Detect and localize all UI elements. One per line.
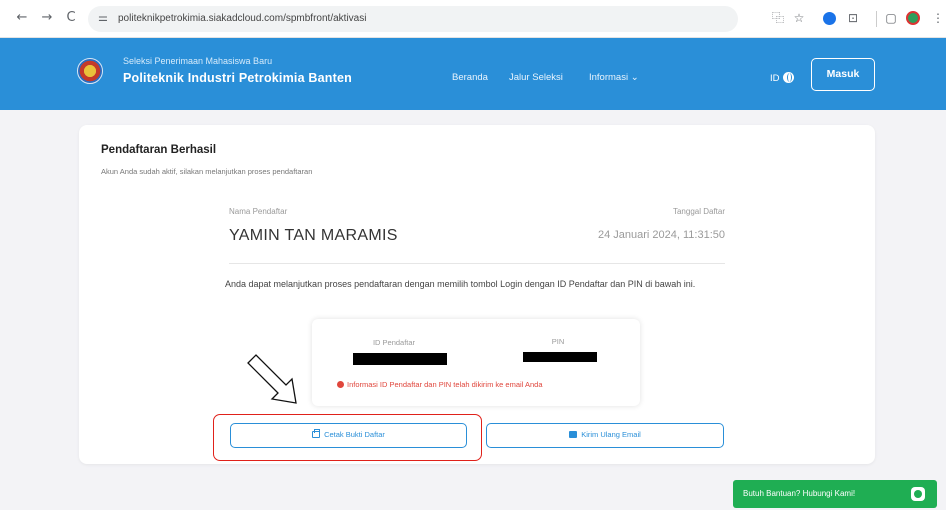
help-label: Butuh Bantuan? Hubungi Kami! [743, 489, 856, 498]
whatsapp-icon [911, 487, 925, 501]
name-label: Nama Pendaftar [229, 207, 288, 216]
registrant-id-label: ID Pendaftar [372, 338, 416, 347]
forward-icon[interactable]: → [39, 10, 55, 26]
reload-icon[interactable]: C [63, 10, 79, 26]
email-notice-text: Informasi ID Pendaftar dan PIN telah dik… [347, 380, 543, 389]
brand-title[interactable]: Politeknik Industri Petrokimia Banten [123, 71, 352, 85]
site-info-icon[interactable]: ⚌ [98, 11, 108, 24]
date-label: Tanggal Daftar [672, 207, 725, 216]
registration-date: 24 Januari 2024, 11:31:50 [597, 229, 725, 241]
divider [229, 263, 725, 264]
browser-menu-icon[interactable]: ⋮ [930, 10, 946, 26]
globe-icon [782, 72, 794, 83]
language-label: ID [770, 73, 780, 84]
site-header: Seleksi Penerimaan Mahasiswa Baru Polite… [0, 38, 946, 110]
nav-informasi[interactable]: Informasi ⌄ [589, 72, 639, 83]
pin-label: PIN [551, 337, 565, 346]
url-text[interactable]: politeknikpetrokimia.siakadcloud.com/spm… [118, 13, 366, 24]
alert-dot-icon [337, 381, 344, 388]
browser-toolbar: ← → C ⚌ politeknikpetrokimia.siakadcloud… [0, 0, 946, 38]
address-bar[interactable]: ⚌ politeknikpetrokimia.siakadcloud.com/s… [88, 6, 738, 32]
highlight-box-annotation [213, 414, 482, 461]
extensions-puzzle-icon[interactable]: ⊡ [845, 10, 861, 26]
credentials-box: ID Pendaftar PIN Informasi ID Pendaftar … [312, 319, 640, 406]
side-panel-icon[interactable]: ▢ [883, 10, 899, 26]
registrant-id-redacted [353, 353, 447, 365]
extension-icon[interactable] [823, 12, 836, 25]
info-text: Anda dapat melanjutkan proses pendaftara… [225, 279, 696, 289]
registration-card: Pendaftaran Berhasil Akun Anda sudah akt… [79, 125, 875, 464]
resend-email-button[interactable]: Kirim Ulang Email [486, 423, 724, 448]
envelope-icon [569, 431, 578, 438]
card-subtitle: Akun Anda sudah aktif, silakan melanjutk… [101, 167, 313, 176]
pin-redacted [523, 352, 597, 362]
login-button[interactable]: Masuk [811, 58, 875, 91]
back-icon[interactable]: ← [14, 10, 30, 26]
resend-email-label: Kirim Ulang Email [581, 430, 641, 439]
profile-avatar[interactable] [906, 11, 920, 25]
pointer-arrow-annotation [247, 354, 297, 404]
email-notice: Informasi ID Pendaftar dan PIN telah dik… [337, 380, 543, 389]
help-chat-button[interactable]: Butuh Bantuan? Hubungi Kami! [733, 480, 937, 508]
card-title: Pendaftaran Berhasil [101, 144, 217, 156]
bookmark-star-icon[interactable]: ☆ [791, 10, 807, 26]
translate-icon[interactable]: ⿻ [770, 10, 786, 26]
toolbar-divider [876, 11, 877, 27]
nav-jalur-seleksi[interactable]: Jalur Seleksi [509, 72, 563, 83]
campus-logo[interactable] [77, 58, 103, 84]
language-switcher[interactable]: ID [770, 72, 794, 84]
brand-subtitle: Seleksi Penerimaan Mahasiswa Baru [123, 56, 273, 66]
registrant-name: YAMIN TAN MARAMIS [229, 227, 398, 244]
nav-beranda[interactable]: Beranda [452, 72, 488, 83]
